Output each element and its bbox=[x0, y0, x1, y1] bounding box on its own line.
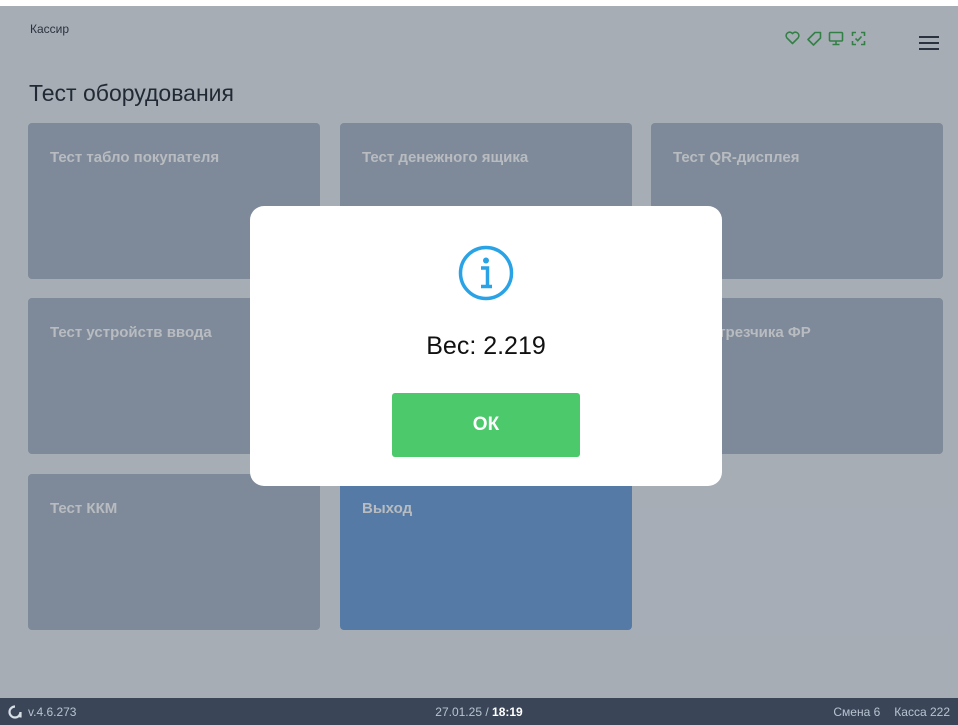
info-dialog: Вес: 2.219 ОК bbox=[250, 206, 722, 486]
info-icon bbox=[458, 245, 514, 301]
current-time: 18:19 bbox=[492, 704, 523, 719]
version-block: v.4.6.273 bbox=[8, 698, 76, 725]
shift-number: Смена 6 bbox=[833, 704, 881, 719]
status-bar: v.4.6.273 27.01.25 / 18:19 Смена 6 Касса… bbox=[0, 698, 958, 725]
session-info: Смена 6 Касса 222 bbox=[833, 698, 950, 725]
date-time: 27.01.25 / 18:19 bbox=[0, 698, 958, 725]
current-date: 27.01.25 / bbox=[435, 704, 489, 719]
app-logo-icon bbox=[8, 704, 22, 719]
ok-button[interactable]: ОК bbox=[392, 393, 580, 457]
dialog-message: Вес: 2.219 bbox=[426, 332, 546, 360]
register-number: Касса 222 bbox=[894, 704, 950, 719]
app-version: v.4.6.273 bbox=[28, 704, 77, 719]
screen: Кассир Тест оборудования Тест табло поку… bbox=[0, 0, 958, 725]
